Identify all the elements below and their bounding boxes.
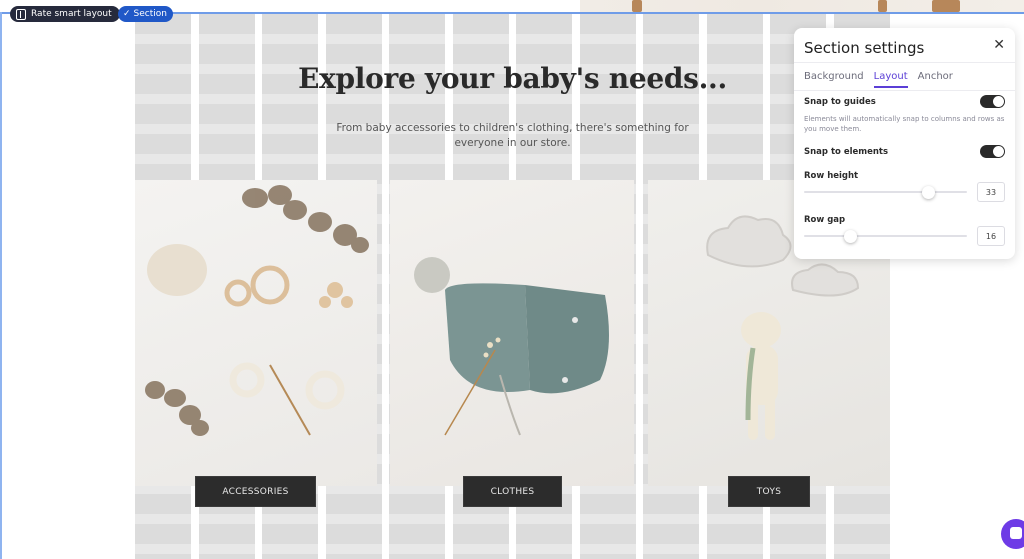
previous-section-image [580,0,1024,12]
row-height-input[interactable]: 33 [977,182,1005,202]
rate-label: Rate smart layout [31,9,112,19]
row-gap-input[interactable]: 16 [977,226,1005,246]
panel-tabs: Background Layout Anchor [804,71,953,88]
tab-layout[interactable]: Layout [873,71,908,88]
page-subtext[interactable]: From baby accessories to children's clot… [335,121,690,151]
snap-to-guides-toggle[interactable] [980,95,1005,108]
category-button-toys[interactable]: TOYS [728,476,810,507]
panel-title: Section settings [804,39,925,57]
category-button-clothes[interactable]: CLOTHES [463,476,562,507]
rate-smart-layout-button[interactable]: Rate smart layout [10,6,120,22]
snap-to-elements-toggle[interactable] [980,145,1005,158]
category-image-accessories[interactable] [135,180,377,486]
chair-leg [932,0,960,12]
tab-anchor[interactable]: Anchor [918,71,953,88]
category-image-clothes[interactable] [390,180,634,486]
section-label: Section [133,9,167,19]
snap-to-guides-label: Snap to guides [804,97,876,107]
chat-launcher-icon[interactable] [1001,519,1024,549]
row-height-label: Row height [804,171,859,181]
slider-thumb[interactable] [843,230,857,243]
row-gap-slider[interactable] [804,230,967,243]
section-settings-panel: Section settings ✕ Background Layout Anc… [794,28,1015,259]
layout-icon [16,8,26,20]
slider-thumb[interactable] [921,186,935,199]
slider-track [804,235,967,237]
chair-leg [878,0,887,12]
divider [794,90,1015,91]
chair-leg [632,0,642,12]
section-outline [0,12,2,559]
snap-to-elements-label: Snap to elements [804,147,889,157]
divider [794,62,1015,63]
tab-background[interactable]: Background [804,71,864,88]
page-heading[interactable]: Explore your baby's needs... [135,62,890,95]
row-gap-label: Row gap [804,215,846,225]
row-height-slider[interactable] [804,186,967,199]
category-button-accessories[interactable]: ACCESSORIES [195,476,316,507]
section-badge[interactable]: ✓ Section [118,6,173,22]
check-icon: ✓ [123,9,131,19]
slider-track [804,191,967,193]
close-icon[interactable]: ✕ [993,37,1005,53]
clothes-illustration [414,257,609,436]
accessories-illustration [145,185,369,436]
snap-to-guides-hint: Elements will automatically snap to colu… [804,115,1005,133]
